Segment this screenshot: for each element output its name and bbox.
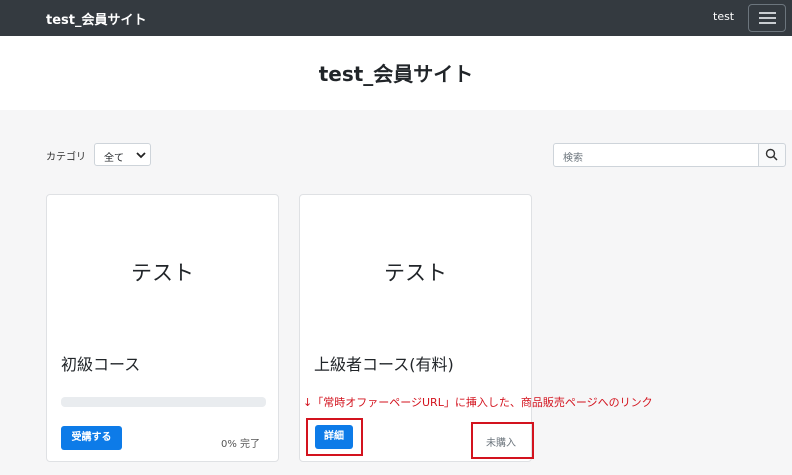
menu-toggle-button[interactable] bbox=[748, 4, 786, 32]
hamburger-icon bbox=[759, 12, 776, 14]
start-course-button[interactable]: 受講する bbox=[61, 426, 122, 450]
highlight-box-status bbox=[471, 422, 534, 459]
card-image-text: テスト bbox=[384, 261, 447, 285]
hamburger-icon-line bbox=[759, 17, 776, 19]
category-select-value: 全て bbox=[104, 153, 124, 164]
hamburger-icon-line bbox=[759, 22, 776, 24]
page-title: test_会員サイト bbox=[318, 62, 474, 86]
progress-bar bbox=[61, 397, 266, 407]
course-title: 上級者コース(有料) bbox=[314, 355, 454, 374]
search-icon bbox=[765, 148, 778, 161]
search-input[interactable]: 検索 bbox=[553, 143, 759, 167]
page-header: test_会員サイト bbox=[0, 36, 792, 110]
category-label: カテゴリ bbox=[46, 152, 86, 163]
course-title: 初級コース bbox=[61, 355, 141, 374]
site-brand[interactable]: test_会員サイト bbox=[46, 9, 146, 28]
progress-text: 0% 完了 bbox=[221, 439, 261, 450]
category-select[interactable]: 全て bbox=[94, 143, 151, 166]
highlight-box-details bbox=[306, 418, 363, 456]
search-placeholder: 検索 bbox=[563, 153, 583, 164]
card-image-text: テスト bbox=[131, 261, 194, 285]
course-card: テスト 初級コース 受講する 0% 完了 bbox=[46, 194, 279, 462]
user-name[interactable]: test bbox=[713, 10, 734, 23]
annotation-text: ↓「常時オファーページURL」に挿入した、商品販売ページへのリンク bbox=[303, 396, 653, 409]
chevron-down-icon bbox=[136, 152, 146, 159]
top-navbar: test_会員サイト test bbox=[0, 0, 792, 36]
search-button[interactable] bbox=[758, 143, 786, 167]
